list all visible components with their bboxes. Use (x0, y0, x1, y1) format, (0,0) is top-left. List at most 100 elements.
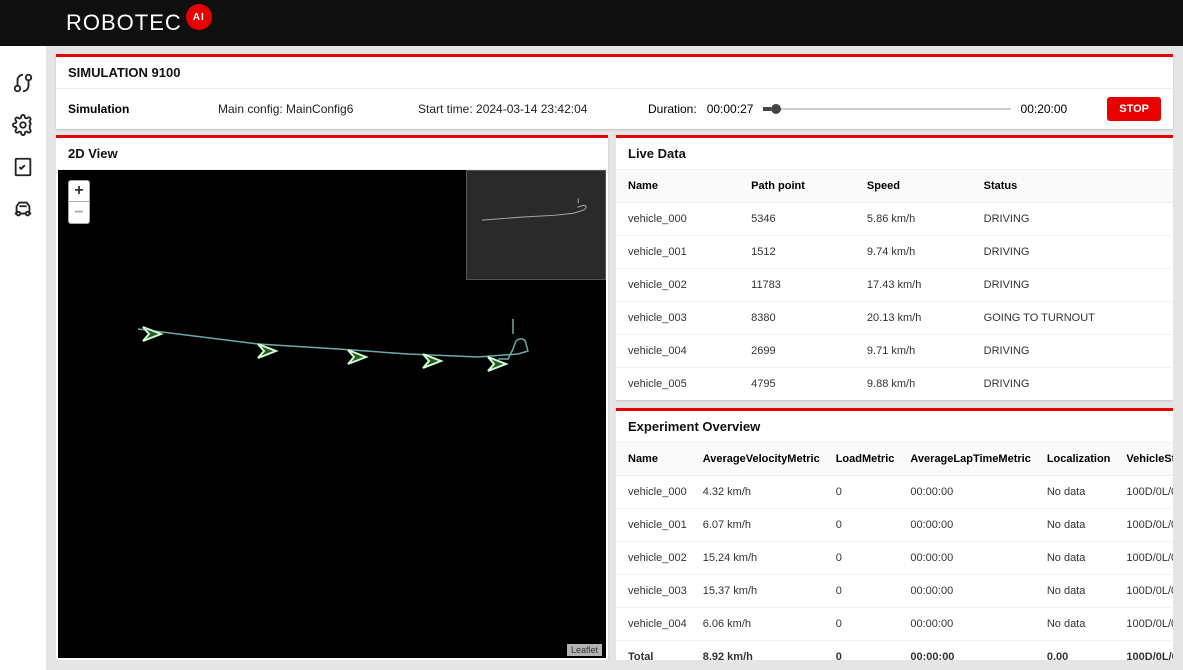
gear-icon[interactable] (12, 114, 34, 136)
cell-status: DRIVING (972, 269, 1173, 302)
table-row[interactable]: vehicle_004 2699 9.71 km/h DRIVING (616, 335, 1173, 368)
col-status: VehicleStatusMetric (1118, 443, 1173, 476)
cell-path: 1512 (739, 236, 855, 269)
table-row[interactable]: vehicle_005 4795 9.88 km/h DRIVING (616, 368, 1173, 401)
table-row[interactable]: vehicle_004 6.06 km/h 0 00:00:00 No data… (616, 608, 1173, 641)
cell-name: vehicle_002 (616, 542, 695, 575)
cell-status: DRIVING (972, 368, 1173, 401)
cell-avg-vel: 6.06 km/h (695, 608, 828, 641)
cell-loc: No data (1039, 575, 1119, 608)
cell-path: 2699 (739, 335, 855, 368)
total-duration: 00:20:00 (1021, 102, 1068, 116)
cell-path: 4795 (739, 368, 855, 401)
vehicle-icon[interactable] (12, 198, 34, 220)
col-load: LoadMetric (828, 443, 903, 476)
cell-name: vehicle_000 (616, 476, 695, 509)
page-title: SIMULATION 9100 (56, 57, 1173, 89)
cell-load: 0 (828, 575, 903, 608)
table-row[interactable]: vehicle_003 8380 20.13 km/h GOING TO TUR… (616, 302, 1173, 335)
cell-loc: No data (1039, 608, 1119, 641)
table-row[interactable]: vehicle_000 4.32 km/h 0 00:00:00 No data… (616, 476, 1173, 509)
duration-label: Duration: (648, 102, 697, 116)
zoom-controls: + − (68, 180, 90, 224)
col-status: Status (972, 170, 1173, 203)
cell-loc: No data (1039, 542, 1119, 575)
live-data-title: Live Data (616, 138, 1173, 170)
cell-status: GOING TO TURNOUT (972, 302, 1173, 335)
columns: 2D View + − (56, 135, 1173, 660)
cell-name: vehicle_001 (616, 509, 695, 542)
cell-load: 0 (828, 509, 903, 542)
cell-avg-vel: 15.37 km/h (695, 575, 828, 608)
map-panel: 2D View + − (56, 135, 608, 660)
table-total-row: Total 8.92 km/h 0 00:00:00 0.00 100D/0L/… (616, 641, 1173, 661)
cell-name: vehicle_002 (616, 269, 739, 302)
zoom-in-button[interactable]: + (68, 180, 90, 202)
cell-lap: 00:00:00 (902, 476, 1038, 509)
cell-loc: No data (1039, 509, 1119, 542)
cell-load: 0 (828, 542, 903, 575)
cell-path: 8380 (739, 302, 855, 335)
minimap[interactable] (466, 170, 606, 280)
cell-speed: 9.71 km/h (855, 335, 972, 368)
cell-status: 100D/0L/0U/0W (1118, 575, 1173, 608)
logo: ROBOTEC AI (66, 10, 212, 36)
left-column: 2D View + − (56, 135, 608, 660)
cell-name: Total (616, 641, 695, 661)
col-path: Path point (739, 170, 855, 203)
cell-status: DRIVING (972, 203, 1173, 236)
map-viewport[interactable]: + − (58, 170, 606, 658)
cell-speed: 20.13 km/h (855, 302, 972, 335)
cell-load: 0 (828, 476, 903, 509)
col-speed: Speed (855, 170, 972, 203)
zoom-out-button[interactable]: − (68, 202, 90, 224)
cell-status: DRIVING (972, 236, 1173, 269)
cell-load: 0 (828, 641, 903, 661)
experiment-title: Experiment Overview (616, 411, 1173, 443)
map-attribution: Leaflet (567, 644, 602, 656)
info-row: Simulation Main config: MainConfig6 Star… (56, 89, 1173, 129)
cell-speed: 17.43 km/h (855, 269, 972, 302)
logo-ai-badge: AI (186, 4, 212, 30)
table-row[interactable]: vehicle_001 1512 9.74 km/h DRIVING (616, 236, 1173, 269)
cell-name: vehicle_004 (616, 608, 695, 641)
info-config: Main config: MainConfig6 (218, 102, 388, 116)
cell-status: 100D/0L/0U/0W (1118, 608, 1173, 641)
route-icon[interactable] (12, 72, 34, 94)
right-column: Live Data Name Path point Speed Status v… (616, 135, 1173, 660)
cell-status: 100D/0L/0U/0W (1118, 641, 1173, 661)
logo-text: ROBOTEC (66, 10, 182, 36)
table-row[interactable]: vehicle_002 11783 17.43 km/h DRIVING (616, 269, 1173, 302)
cell-loc: 0.00 (1039, 641, 1119, 661)
cell-name: vehicle_004 (616, 335, 739, 368)
col-name: Name (616, 170, 739, 203)
table-row[interactable]: vehicle_001 6.07 km/h 0 00:00:00 No data… (616, 509, 1173, 542)
topbar: ROBOTEC AI (0, 0, 1183, 46)
progress-fill (763, 107, 770, 111)
stop-button[interactable]: STOP (1107, 97, 1161, 121)
cell-lap: 00:00:00 (902, 608, 1038, 641)
cell-speed: 9.74 km/h (855, 236, 972, 269)
info-sim-label: Simulation (68, 102, 188, 116)
duration-value: 00:00:27 (707, 102, 754, 116)
progress-slider[interactable] (763, 108, 1010, 110)
checklist-icon[interactable] (12, 156, 34, 178)
cell-name: vehicle_003 (616, 302, 739, 335)
info-start-time: Start time: 2024-03-14 23:42:04 (418, 102, 618, 116)
table-row[interactable]: vehicle_000 5346 5.86 km/h DRIVING (616, 203, 1173, 236)
table-row[interactable]: vehicle_002 15.24 km/h 0 00:00:00 No dat… (616, 542, 1173, 575)
experiment-table: Name AverageVelocityMetric LoadMetric Av… (616, 443, 1173, 660)
col-lap: AverageLapTimeMetric (902, 443, 1038, 476)
col-loc: Localization (1039, 443, 1119, 476)
cell-speed: 5.86 km/h (855, 203, 972, 236)
cell-lap: 00:00:00 (902, 641, 1038, 661)
table-row[interactable]: vehicle_003 15.37 km/h 0 00:00:00 No dat… (616, 575, 1173, 608)
cell-avg-vel: 6.07 km/h (695, 509, 828, 542)
cell-lap: 00:00:00 (902, 509, 1038, 542)
progress-thumb[interactable] (771, 104, 781, 114)
cell-avg-vel: 8.92 km/h (695, 641, 828, 661)
cell-name: vehicle_000 (616, 203, 739, 236)
cell-avg-vel: 4.32 km/h (695, 476, 828, 509)
cell-speed: 9.88 km/h (855, 368, 972, 401)
content: SIMULATION 9100 Simulation Main config: … (46, 46, 1183, 670)
